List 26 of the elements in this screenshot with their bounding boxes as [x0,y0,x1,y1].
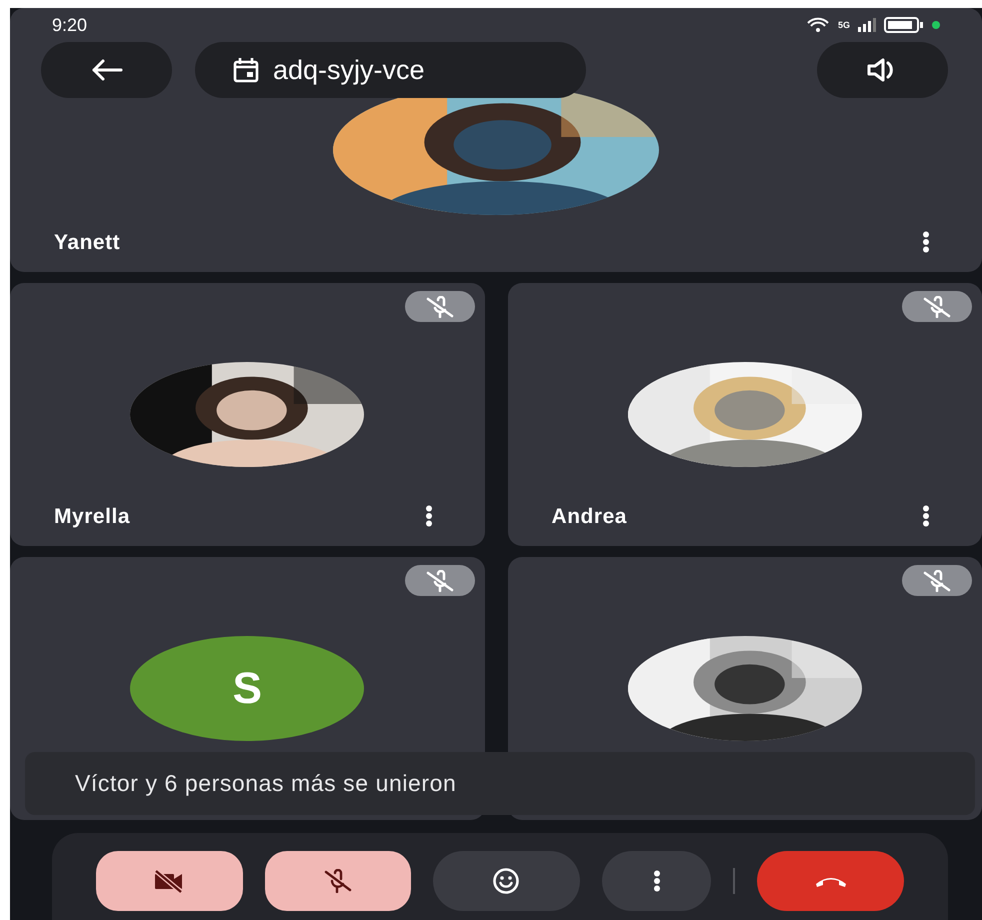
more-vert-icon [652,870,661,892]
privacy-dot-icon [932,21,940,29]
microphone-toggle-button[interactable] [264,850,412,910]
wifi-icon [806,17,830,33]
meeting-code-button[interactable]: adq-syjy-vce [195,42,586,98]
more-vert-icon [424,505,432,528]
participant-name: Andrea [552,504,628,530]
camera-toggle-button[interactable] [96,850,243,910]
more-vert-icon [922,231,930,254]
mic-off-icon [922,296,952,318]
mic-off-icon [424,296,454,318]
mic-off-icon [922,570,952,592]
battery-icon [884,17,924,33]
status-time: 9:20 [52,14,88,36]
participant-name: Yanett [54,230,120,256]
mic-off-icon [424,570,454,592]
signal-icon [858,18,876,32]
more-vert-icon [922,505,930,528]
participant-name: Myrella [54,504,130,530]
network-type: 5G [838,20,850,30]
back-arrow-icon [90,58,122,82]
avatar: S [130,636,364,741]
toast-message: Víctor y 6 personas más se unieron [75,769,456,798]
smiley-icon [492,866,520,894]
calendar-icon [233,57,259,83]
mic-off-icon [322,868,353,892]
